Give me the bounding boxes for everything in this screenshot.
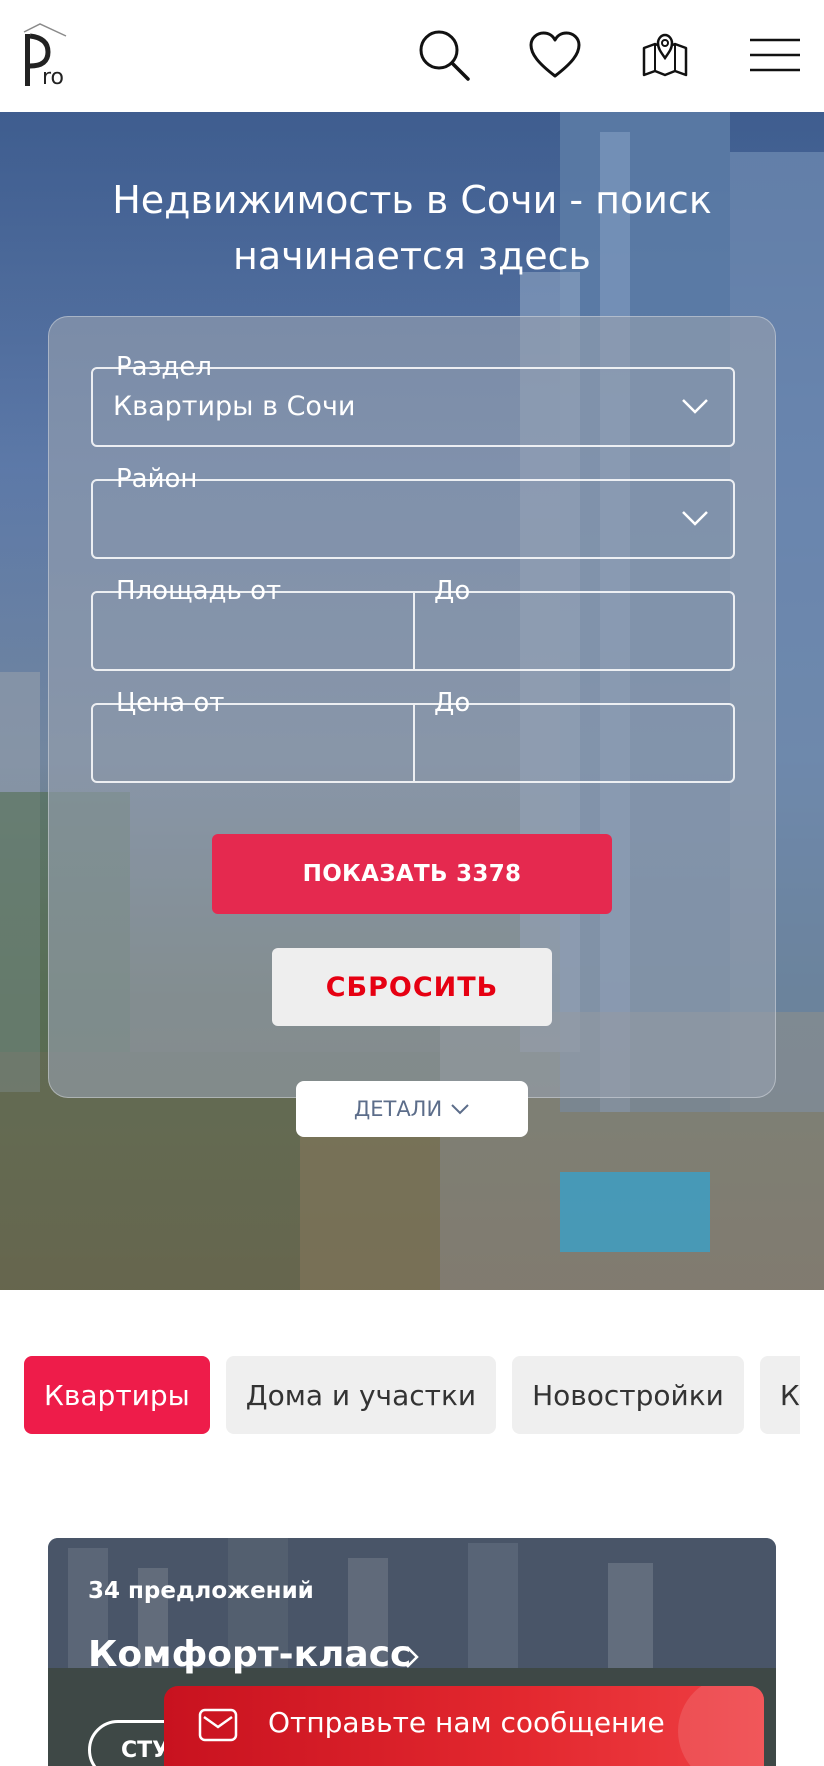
section-label: Раздел bbox=[116, 352, 213, 382]
tab-commercial[interactable]: Ком bbox=[759, 1356, 800, 1434]
mail-icon bbox=[198, 1708, 238, 1742]
chevron-down-icon bbox=[682, 511, 708, 526]
hero-title-line2: начинается здесь bbox=[233, 234, 591, 278]
chat-decoration bbox=[678, 1686, 764, 1766]
logo-icon: ro bbox=[23, 23, 67, 90]
site-header: ro bbox=[0, 0, 824, 112]
chat-widget[interactable]: Отправьте нам сообщение bbox=[164, 1686, 764, 1766]
district-label: Район bbox=[116, 464, 198, 494]
logo[interactable]: ro bbox=[22, 22, 70, 90]
map-icon[interactable] bbox=[637, 27, 693, 83]
area-to-field[interactable]: До bbox=[415, 576, 733, 669]
heart-icon[interactable] bbox=[527, 27, 583, 83]
chevron-down-icon bbox=[682, 399, 708, 414]
price-range: Цена от До bbox=[91, 688, 735, 783]
section-value: Квартиры в Сочи bbox=[113, 391, 356, 422]
price-from-field[interactable]: Цена от bbox=[93, 688, 413, 781]
details-button[interactable]: ДЕТАЛИ bbox=[296, 1081, 528, 1137]
section-select[interactable]: Раздел Квартиры в Сочи bbox=[91, 352, 735, 447]
area-to-label: До bbox=[434, 576, 471, 606]
hero-title-line1: Недвижимость в Сочи - поиск bbox=[112, 178, 712, 222]
svg-text:ro: ro bbox=[42, 65, 64, 88]
district-select[interactable]: Район bbox=[91, 464, 735, 559]
details-label: ДЕТАЛИ bbox=[353, 1097, 443, 1121]
chevron-down-icon bbox=[451, 1104, 469, 1115]
area-range: Площадь от До bbox=[91, 576, 735, 671]
reset-button[interactable]: СБРОСИТЬ bbox=[272, 948, 552, 1026]
show-results-button[interactable]: ПОКАЗАТЬ 3378 bbox=[212, 834, 612, 914]
tab-apartments[interactable]: Квартиры bbox=[24, 1356, 210, 1434]
price-to-label: До bbox=[434, 688, 471, 718]
price-from-label: Цена от bbox=[116, 688, 225, 718]
price-to-field[interactable]: До bbox=[415, 688, 733, 781]
search-icon[interactable] bbox=[416, 27, 472, 83]
tab-houses-and-plots[interactable]: Дома и участки bbox=[225, 1356, 497, 1434]
card-title: Комфорт-класс bbox=[88, 1634, 412, 1675]
hero-section: Недвижимость в Сочи - поиск начинается з… bbox=[0, 112, 824, 1290]
hero-title: Недвижимость в Сочи - поиск начинается з… bbox=[60, 172, 764, 284]
menu-icon[interactable] bbox=[746, 27, 804, 83]
chevron-right-icon bbox=[406, 1646, 419, 1668]
area-from-label: Площадь от bbox=[116, 576, 282, 606]
tab-new-buildings[interactable]: Новостройки bbox=[512, 1356, 744, 1434]
chat-label: Отправьте нам сообщение bbox=[268, 1706, 665, 1739]
area-from-field[interactable]: Площадь от bbox=[93, 576, 413, 669]
offers-count: 34 предложений bbox=[88, 1578, 314, 1604]
category-tabs: КвартирыДома и участкиНовостройки Ком bbox=[24, 1356, 800, 1434]
